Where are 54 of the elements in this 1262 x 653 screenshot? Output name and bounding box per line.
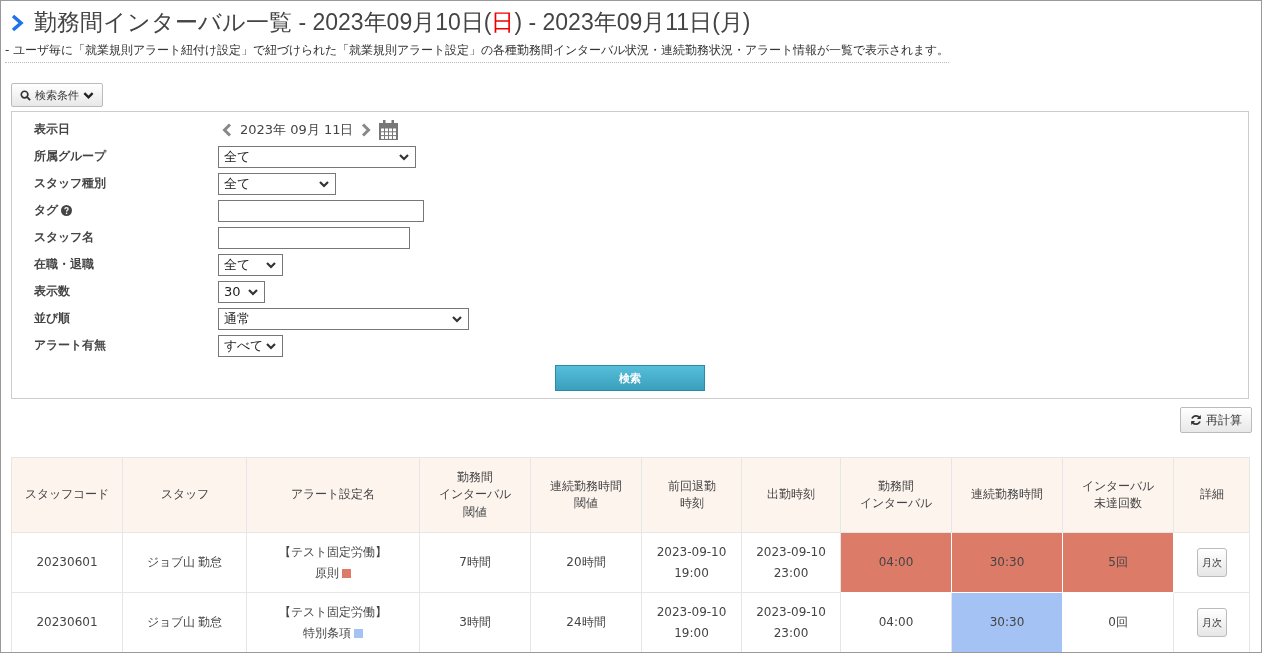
recalculate-button[interactable]: 再計算 — [1180, 407, 1252, 433]
field-label: スタッフ種別 — [34, 175, 106, 192]
field-label: 在職・退職 — [34, 256, 94, 273]
calendar-icon[interactable] — [379, 119, 399, 140]
table-cell: 7時間 — [419, 532, 531, 593]
table-cell: 30:30 — [951, 532, 1063, 593]
table-cell: 2023-09-10 23:00 — [741, 532, 841, 593]
monthly-button[interactable]: 月次 — [1196, 608, 1227, 637]
field-label: スタッフ名 — [34, 229, 94, 246]
table-cell: ジョブ山 勤怠 — [122, 532, 247, 593]
dropdown[interactable]: すべて — [218, 334, 283, 357]
refresh-icon — [1190, 414, 1202, 426]
input-field[interactable] — [218, 226, 410, 249]
column-header: 前回退勤 時刻 — [641, 457, 742, 533]
dropdown[interactable]: 全て — [218, 253, 283, 276]
chevron-right-icon — [10, 13, 24, 32]
column-header: 出勤時刻 — [741, 457, 841, 533]
column-header: インターバル 未達回数 — [1062, 457, 1174, 533]
field-label: 表示日 — [34, 121, 70, 138]
field-label: 表示数 — [34, 283, 70, 300]
table-cell: 30:30 — [951, 592, 1063, 652]
column-header: スタッフ — [122, 457, 247, 533]
column-header: 連続勤務時間 閾値 — [530, 457, 642, 533]
column-header: スタッフコード — [11, 457, 123, 533]
previous-icon[interactable] — [222, 122, 232, 137]
date-value: 2023年 09月 11日 — [240, 120, 354, 139]
dropdown[interactable]: 通常 — [218, 307, 469, 330]
column-header: 詳細 — [1173, 457, 1250, 533]
field-label: 並び順 — [34, 310, 70, 327]
column-header: 勤務間 インターバル 閾値 — [419, 457, 531, 533]
field-label: アラート有無 — [34, 337, 106, 354]
search-conditions-button[interactable]: 検索条件 — [11, 83, 103, 107]
alert-setting-name: 【テスト固定労働】 特別条項 — [278, 604, 388, 642]
input-field[interactable] — [218, 199, 424, 222]
dropdown[interactable]: 30 — [218, 280, 265, 303]
table-cell: 04:00 — [840, 532, 952, 593]
column-header: 勤務間 インターバル — [840, 457, 952, 533]
dropdown[interactable]: 全て — [218, 145, 416, 168]
table-cell: 2023-09-10 19:00 — [641, 532, 742, 593]
field-label: 所属グループ — [34, 148, 106, 165]
page-title: 勤務間インターバル一覧 - 2023年09月10日(日) - 2023年09月11日(月) — [34, 8, 751, 37]
dropdown[interactable]: 全て — [218, 172, 336, 195]
column-header: アラート設定名 — [246, 457, 420, 533]
table-cell: 5回 — [1062, 532, 1174, 593]
table-cell: 20230601 — [11, 592, 123, 652]
column-header: 連続勤務時間 — [951, 457, 1063, 533]
alert-setting-name: 【テスト固定労働】 原則 — [278, 544, 388, 582]
field-label: タグ — [34, 202, 58, 219]
table-cell: 20230601 — [11, 532, 123, 593]
search-icon — [20, 89, 31, 101]
table-cell: 20時間 — [530, 532, 642, 593]
page-description: - ユーザ毎に「就業規則アラート紐付け設定」で紐づけられた「就業規則アラート設定」の各種勤務間インターバル状況・連続勤務状況・アラート情報が一覧で表示されます。 — [5, 42, 950, 63]
monthly-button[interactable]: 月次 — [1196, 548, 1227, 577]
next-icon[interactable] — [361, 122, 372, 137]
